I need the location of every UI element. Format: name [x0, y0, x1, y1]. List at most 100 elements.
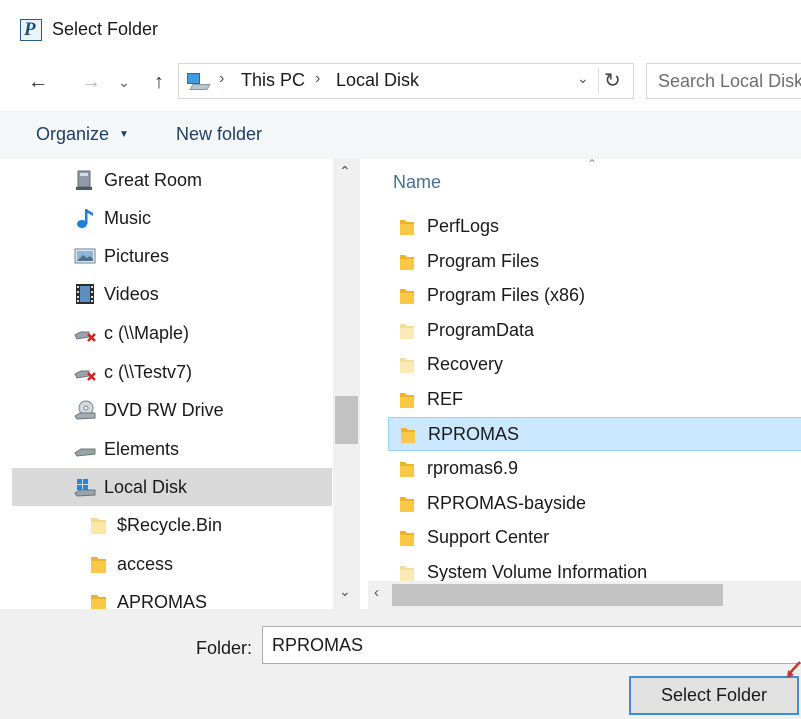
command-toolbar: Organize ▼ New folder	[0, 111, 801, 159]
folder-icon	[400, 393, 414, 408]
folder-icon	[400, 255, 414, 270]
network-folder-icon	[76, 170, 92, 190]
this-pc-icon	[187, 73, 211, 91]
nav-item-label: Elements	[104, 439, 180, 459]
drive-icon	[74, 448, 96, 457]
sort-ascending-icon: ⌃	[587, 159, 598, 171]
nav-item-label: access	[117, 554, 174, 574]
folder-icon	[400, 220, 414, 235]
file-name: REF	[427, 389, 463, 409]
folder-icon	[400, 497, 414, 512]
forward-arrow-icon[interactable]: →	[77, 68, 105, 96]
file-name: Recovery	[427, 354, 504, 374]
nav-item-label: Music	[104, 208, 152, 228]
file-name: Program Files (x86)	[427, 285, 586, 305]
file-row[interactable]: REF	[388, 383, 801, 417]
new-folder-button[interactable]: New folder	[176, 124, 262, 145]
nav-item-label: Great Room	[104, 170, 203, 190]
folder-icon	[400, 531, 414, 546]
file-name: ProgramData	[427, 320, 535, 340]
file-row[interactable]: Recovery	[388, 348, 801, 382]
address-bar[interactable]: › This PC › Local Disk ⌄ ↻	[178, 63, 634, 99]
file-row[interactable]: Support Center	[388, 521, 801, 555]
address-divider	[598, 68, 599, 94]
nav-scroll-thumb[interactable]	[335, 396, 358, 444]
breadcrumb-local-disk[interactable]: Local Disk	[336, 70, 419, 91]
app-logo-icon: P	[20, 19, 42, 41]
organize-caret-icon[interactable]: ▼	[119, 129, 129, 140]
file-row[interactable]: rpromas6.9	[388, 452, 801, 486]
file-row[interactable]: PerfLogs	[388, 210, 801, 244]
file-list-horizontal-scrollbar[interactable]: ‹	[368, 581, 801, 609]
dvd-drive-icon	[74, 400, 96, 420]
organize-button[interactable]: Organize	[36, 124, 109, 145]
annotation-arrow-icon	[787, 661, 801, 678]
hidden-folder-icon	[400, 324, 414, 339]
hidden-folder-icon	[400, 358, 414, 373]
nav-item-access[interactable]: access	[12, 545, 332, 583]
nav-item-local-disk[interactable]: Local Disk	[12, 468, 332, 506]
nav-item-dvd-rw-drive[interactable]: DVD RW Drive	[12, 391, 332, 429]
refresh-icon[interactable]: ↻	[604, 68, 621, 93]
nav-item-label: $Recycle.Bin	[117, 515, 223, 535]
file-row[interactable]: Program Files (x86)	[388, 279, 801, 313]
folder-icon	[400, 462, 414, 477]
scroll-up-chevron-icon[interactable]: ⌃	[339, 163, 351, 180]
nav-item-videos[interactable]: Videos	[12, 275, 332, 313]
file-name: PerfLogs	[427, 216, 500, 236]
music-note-icon	[77, 209, 93, 228]
search-box[interactable]	[646, 63, 801, 99]
column-header-name[interactable]: Name	[393, 172, 441, 193]
file-name: RPROMAS	[428, 424, 520, 444]
select-folder-dialog: P Select Folder ← → ⌄ ↑ › This PC › Loca…	[0, 0, 801, 719]
hidden-folder-icon	[400, 566, 414, 581]
nav-item-label: Local Disk	[104, 477, 188, 497]
breadcrumb-separator-icon[interactable]: ›	[315, 70, 320, 88]
file-name: System Volume Information	[427, 562, 648, 582]
dialog-footer: Folder: Select Folder	[0, 609, 801, 719]
file-row-selected[interactable]: RPROMAS	[388, 417, 801, 451]
breadcrumb-this-pc[interactable]: This PC	[241, 70, 305, 91]
file-name: Program Files	[427, 251, 540, 271]
folder-label: Folder:	[196, 638, 253, 658]
folder-icon	[401, 428, 415, 443]
scroll-left-chevron-icon[interactable]: ‹	[374, 584, 379, 601]
nav-item-label: Videos	[104, 284, 159, 304]
nav-item-c-maple[interactable]: c (\\Maple)	[12, 314, 332, 352]
nav-pane-scrollbar[interactable]: ⌃ ⌄	[333, 159, 360, 609]
file-row[interactable]: Program Files	[388, 245, 801, 279]
up-arrow-icon[interactable]: ↑	[145, 68, 173, 96]
address-dropdown-chevron-icon[interactable]: ⌄	[577, 70, 589, 87]
horizontal-scroll-thumb[interactable]	[392, 584, 723, 606]
nav-item-recycle-bin[interactable]: $Recycle.Bin	[12, 506, 332, 544]
nav-item-music[interactable]: Music	[12, 199, 332, 237]
pictures-icon	[74, 248, 96, 264]
folder-icon	[91, 595, 106, 609]
nav-item-label: c (\\Maple)	[104, 323, 190, 343]
file-name: Support Center	[427, 527, 550, 547]
nav-item-great-room[interactable]: Great Room	[12, 161, 332, 199]
file-row[interactable]: ProgramData	[388, 314, 801, 348]
film-strip-icon	[76, 284, 94, 304]
folder-icon	[91, 518, 106, 534]
navigation-pane: Great Room Music Pictures Videos c (\\Ma…	[12, 159, 360, 609]
recent-locations-chevron-icon[interactable]: ⌄	[114, 68, 134, 96]
select-folder-button[interactable]: Select Folder	[629, 676, 799, 715]
folder-icon	[400, 289, 414, 304]
nav-item-label: Pictures	[104, 246, 170, 266]
breadcrumb-separator-icon[interactable]: ›	[219, 70, 224, 88]
nav-item-elements[interactable]: Elements	[12, 430, 332, 468]
nav-item-apromas[interactable]: APROMAS	[12, 583, 332, 609]
back-arrow-icon[interactable]: ←	[24, 68, 52, 96]
file-name: RPROMAS-bayside	[427, 493, 587, 513]
folder-name-input[interactable]	[262, 626, 801, 664]
file-row[interactable]: RPROMAS-bayside	[388, 487, 801, 521]
search-input[interactable]	[647, 64, 801, 98]
file-list-pane: ⌃ Name PerfLogs Program Files Program Fi…	[368, 159, 801, 609]
folder-icon	[91, 557, 106, 573]
nav-item-c-testv7[interactable]: c (\\Testv7)	[12, 353, 332, 391]
disconnected-drive-icon	[74, 331, 96, 342]
nav-item-pictures[interactable]: Pictures	[12, 237, 332, 275]
scroll-down-chevron-icon[interactable]: ⌄	[339, 583, 351, 600]
nav-item-label: c (\\Testv7)	[104, 362, 193, 382]
